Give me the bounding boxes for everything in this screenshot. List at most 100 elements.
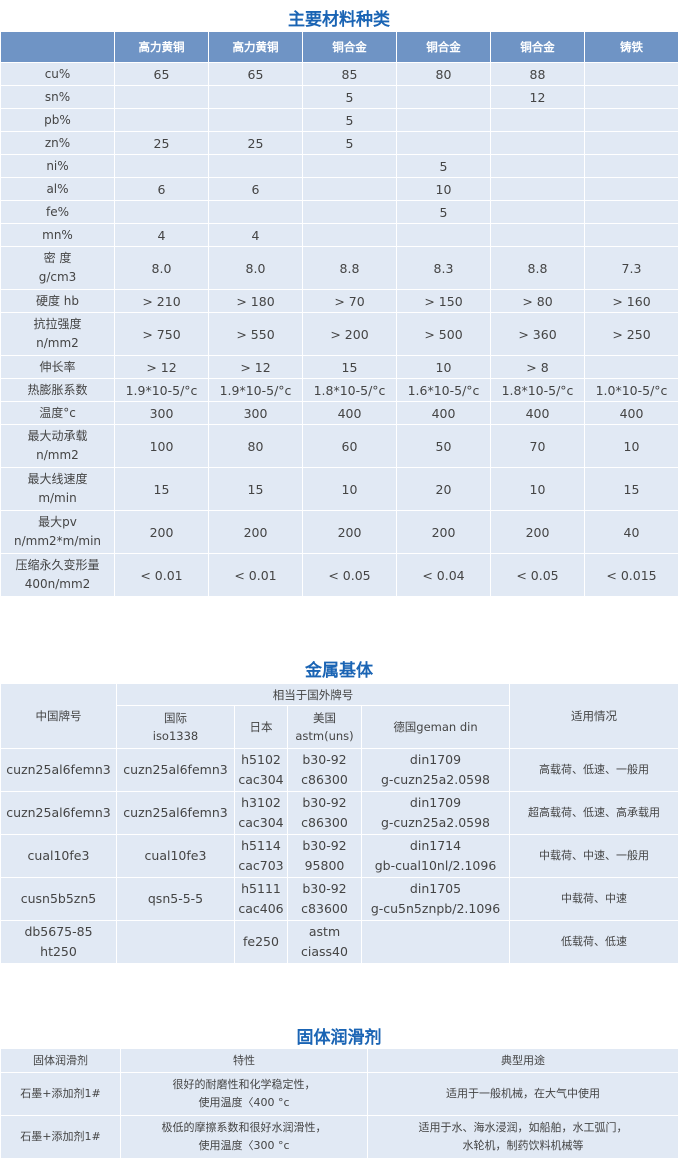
property-value: 400 (585, 402, 678, 425)
property-value: 1.8*10-5/°c (303, 379, 397, 402)
property-value (397, 132, 491, 155)
germany-grade: din1714gb-cual10nl/2.1096 (362, 835, 510, 878)
property-label: pb% (1, 109, 115, 132)
property-value (303, 178, 397, 201)
property-label: cu% (1, 63, 115, 86)
property-value: > 750 (115, 313, 209, 356)
lubricant-property: 极低的摩擦系数和很好水润滑性，使用温度〈300 °c (121, 1116, 368, 1159)
lubricant-header-row: 固体润滑剂 特性 典型用途 (1, 1049, 678, 1073)
section-title-solid-lubricant: 固体润滑剂 (0, 1023, 678, 1048)
international-grade: cual10fe3 (117, 835, 235, 878)
materials-table: 高力黄铜高力黄铜铜合金铜合金铜合金铸铁 cu%6565858088sn%512p… (0, 31, 678, 597)
header-material-3: 铜合金 (303, 32, 397, 63)
header-property: 特性 (121, 1049, 368, 1073)
property-value: 40 (585, 511, 678, 554)
japan-grade: h3102cac304 (235, 792, 288, 835)
header-material-5: 铜合金 (491, 32, 585, 63)
property-value: < 0.04 (397, 554, 491, 597)
property-value (585, 178, 678, 201)
property-value: > 500 (397, 313, 491, 356)
header-typical-use: 典型用途 (368, 1049, 678, 1073)
materials-header-row: 高力黄铜高力黄铜铜合金铜合金铜合金铸铁 (1, 32, 678, 63)
property-value: 8.3 (397, 247, 491, 290)
japan-grade: fe250 (235, 921, 288, 964)
property-value: 25 (115, 132, 209, 155)
japan-grade: h5111cac406 (235, 878, 288, 921)
header-material-6: 铸铁 (585, 32, 678, 63)
materials-row: al%6610 (1, 178, 678, 201)
lubricant-row: 石墨+添加剂1#极低的摩擦系数和很好水润滑性，使用温度〈300 °c适用于水、海… (1, 1116, 678, 1159)
property-value: 88 (491, 63, 585, 86)
property-value (115, 155, 209, 178)
property-value (397, 224, 491, 247)
japan-grade: h5102cac304 (235, 749, 288, 792)
property-value (209, 86, 303, 109)
lubricant-property: 很好的耐磨性和化学稳定性，使用温度〈400 °c (121, 1073, 368, 1116)
property-value (491, 224, 585, 247)
property-value: < 0.05 (303, 554, 397, 597)
materials-row: 密 度g/cm38.08.08.88.38.87.3 (1, 247, 678, 290)
property-value: 6 (209, 178, 303, 201)
germany-grade: din1705g-cu5n5znpb/2.1096 (362, 878, 510, 921)
property-value: 200 (397, 511, 491, 554)
property-value: 80 (397, 63, 491, 86)
property-value: 200 (115, 511, 209, 554)
materials-row: 伸长率> 12> 121510> 8 (1, 356, 678, 379)
property-value: 300 (209, 402, 303, 425)
property-value: > 70 (303, 290, 397, 313)
solid-lubricant-table: 固体润滑剂 特性 典型用途 石墨+添加剂1#很好的耐磨性和化学稳定性，使用温度〈… (0, 1048, 678, 1159)
property-value (397, 86, 491, 109)
materials-row: 压缩永久变形量400n/mm2< 0.01< 0.01< 0.05< 0.04<… (1, 554, 678, 597)
japan-grade: h5114cac703 (235, 835, 288, 878)
property-value: > 250 (585, 313, 678, 356)
header-material-2: 高力黄铜 (209, 32, 303, 63)
lubricant-row: 石墨+添加剂1#很好的耐磨性和化学稳定性，使用温度〈400 °c适用于一般机械，… (1, 1073, 678, 1116)
property-value (491, 132, 585, 155)
materials-row: 抗拉强度n/mm2> 750> 550> 200> 500> 360> 250 (1, 313, 678, 356)
property-value (209, 201, 303, 224)
materials-row: 硬度 hb> 210> 180> 70> 150> 80> 160 (1, 290, 678, 313)
property-value (585, 63, 678, 86)
property-value: > 360 (491, 313, 585, 356)
property-value: 5 (303, 132, 397, 155)
usa-grade: astmciass40 (288, 921, 362, 964)
materials-row: zn%25255 (1, 132, 678, 155)
property-value (585, 86, 678, 109)
china-grade: cuzn25al6femn3 (1, 792, 117, 835)
property-value: > 12 (115, 356, 209, 379)
header-material-4: 铜合金 (397, 32, 491, 63)
property-value: 1.9*10-5/°c (115, 379, 209, 402)
property-value: 400 (397, 402, 491, 425)
metal-header-row: 中国牌号 相当于国外牌号 适用情况 (1, 684, 678, 706)
property-value (491, 109, 585, 132)
property-value: 10 (397, 178, 491, 201)
property-value (303, 224, 397, 247)
property-value: 15 (209, 468, 303, 511)
property-value: 6 (115, 178, 209, 201)
materials-row: 温度°c300300400400400400 (1, 402, 678, 425)
usage-description: 中载荷、中速 (510, 878, 678, 921)
property-value: 8.8 (303, 247, 397, 290)
property-value (585, 224, 678, 247)
property-value (209, 109, 303, 132)
property-value: 200 (209, 511, 303, 554)
property-value: 300 (115, 402, 209, 425)
metal-grade-row: cusn5b5zn5qsn5-5-5h5111cac406b30-92c8360… (1, 878, 678, 921)
property-value (585, 132, 678, 155)
property-value (303, 155, 397, 178)
lubricant-name: 石墨+添加剂1# (1, 1073, 121, 1116)
property-value: 200 (303, 511, 397, 554)
international-grade (117, 921, 235, 964)
property-label: 压缩永久变形量400n/mm2 (1, 554, 115, 597)
property-label: 硬度 hb (1, 290, 115, 313)
property-label: 最大pvn/mm2*m/min (1, 511, 115, 554)
germany-grade: din1709g-cuzn25a2.0598 (362, 792, 510, 835)
property-value: < 0.015 (585, 554, 678, 597)
header-lubricant: 固体润滑剂 (1, 1049, 121, 1073)
property-value: 12 (491, 86, 585, 109)
property-value: > 150 (397, 290, 491, 313)
materials-row: pb%5 (1, 109, 678, 132)
china-grade: db5675-85ht250 (1, 921, 117, 964)
germany-grade (362, 921, 510, 964)
property-value: 1.9*10-5/°c (209, 379, 303, 402)
